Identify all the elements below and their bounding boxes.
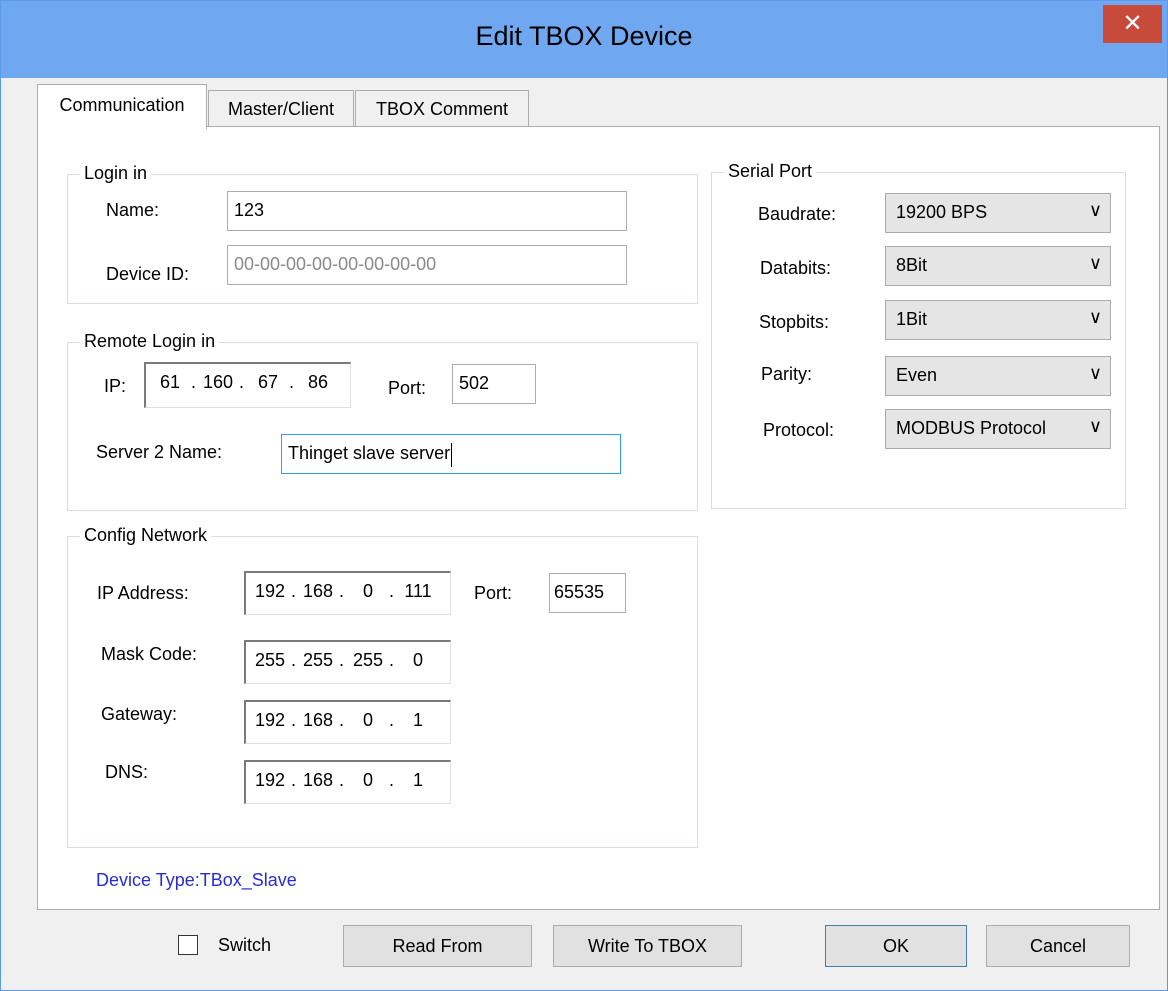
remote-ip-octet-2: 160 — [202, 372, 234, 392]
login-group-label: Login in — [80, 163, 152, 184]
remote-port-field[interactable]: 502 — [452, 364, 536, 404]
tab-master-client[interactable]: Master/Client — [208, 90, 354, 127]
remote-ip-octet-1: 61 — [159, 372, 181, 392]
remote-ip-octet-4: 86 — [307, 372, 329, 392]
mask-octet-3: 255 — [352, 650, 384, 670]
mask-octet-2: 255 — [302, 650, 334, 670]
protocol-label: Protocol: — [763, 420, 835, 440]
device-id-label: Device ID: — [106, 264, 190, 284]
network-ip-octet-3: 0 — [362, 581, 373, 601]
network-ip-octet-1: 192 — [254, 581, 286, 601]
tab-tbox-comment[interactable]: TBOX Comment — [355, 90, 529, 127]
chevron-down-icon: ∨ — [1088, 363, 1102, 383]
network-ip-field[interactable]: 192 . 168 . 0 . 111 — [244, 571, 451, 615]
remote-port-label: Port: — [388, 378, 427, 398]
ok-button[interactable]: OK — [825, 925, 967, 967]
chevron-down-icon: ∨ — [1088, 416, 1102, 437]
remote-ip-label: IP: — [104, 376, 127, 396]
mask-octet-4: 0 — [412, 650, 423, 670]
databits-label: Databits: — [760, 258, 832, 278]
read-from-button[interactable]: Read From — [343, 925, 532, 967]
dns-octet-4: 1 — [412, 770, 423, 790]
baudrate-label: Baudrate: — [758, 204, 837, 224]
dns-octet-2: 168 — [302, 770, 334, 790]
mask-octet-1: 255 — [254, 650, 286, 670]
stopbits-value: 1Bit — [896, 309, 928, 329]
config-network-group-label: Config Network — [80, 525, 212, 546]
remote-ip-field[interactable]: 61 . 160 . 67 . 86 — [144, 362, 351, 408]
databits-value: 8Bit — [896, 255, 928, 275]
switch-label: Switch — [218, 935, 272, 955]
baudrate-value: 19200 BPS — [896, 202, 988, 222]
parity-select[interactable]: Even ∨ — [885, 356, 1111, 396]
serial-port-group-label: Serial Port — [724, 161, 817, 182]
gateway-octet-3: 0 — [362, 710, 373, 730]
gateway-octet-4: 1 — [412, 710, 423, 730]
tab-communication[interactable]: Communication — [37, 84, 207, 129]
title-bar[interactable]: Edit TBOX Device ✕ — [1, 1, 1167, 78]
name-field[interactable]: 123 — [227, 191, 627, 231]
cancel-button[interactable]: Cancel — [986, 925, 1130, 967]
parity-value: Even — [896, 365, 938, 385]
dns-field[interactable]: 192 . 168 . 0 . 1 — [244, 760, 451, 804]
ip-address-label: IP Address: — [97, 583, 189, 603]
name-label: Name: — [106, 200, 160, 220]
chevron-down-icon: ∨ — [1088, 253, 1102, 273]
gateway-octet-2: 168 — [302, 710, 334, 730]
baudrate-select[interactable]: 19200 BPS ∨ — [885, 193, 1111, 233]
protocol-select[interactable]: MODBUS Protocol ∨ — [885, 409, 1111, 449]
remote-ip-octet-3: 67 — [257, 372, 279, 392]
chevron-down-icon: ∨ — [1088, 200, 1102, 220]
dns-label: DNS: — [105, 762, 149, 782]
mask-code-label: Mask Code: — [101, 644, 198, 664]
server-name-value: Thinget slave server — [288, 443, 451, 463]
stopbits-select[interactable]: 1Bit ∨ — [885, 300, 1111, 340]
network-ip-octet-4: 111 — [404, 581, 432, 601]
mask-code-field[interactable]: 255 . 255 . 255 . 0 — [244, 640, 451, 684]
remote-login-group-label: Remote Login in — [80, 331, 220, 352]
dns-octet-1: 192 — [254, 770, 286, 790]
device-type-text: Device Type:TBox_Slave — [96, 870, 297, 890]
switch-checkbox[interactable] — [178, 935, 198, 955]
window-title: Edit TBOX Device — [475, 21, 693, 51]
close-icon[interactable]: ✕ — [1103, 5, 1162, 43]
dns-octet-3: 0 — [362, 770, 373, 790]
protocol-value: MODBUS Protocol — [896, 418, 1047, 438]
server-name-label: Server 2 Name: — [96, 442, 223, 462]
gateway-octet-1: 192 — [254, 710, 286, 730]
write-to-tbox-button[interactable]: Write To TBOX — [553, 925, 742, 967]
device-id-field[interactable]: 00-00-00-00-00-00-00-00 — [227, 245, 627, 285]
network-port-field[interactable]: 65535 — [549, 573, 626, 613]
text-cursor — [451, 443, 453, 467]
gateway-label: Gateway: — [101, 704, 178, 724]
chevron-down-icon: ∨ — [1088, 307, 1102, 327]
gateway-field[interactable]: 192 . 168 . 0 . 1 — [244, 700, 451, 744]
databits-select[interactable]: 8Bit ∨ — [885, 246, 1111, 286]
network-ip-octet-2: 168 — [302, 581, 334, 601]
stopbits-label: Stopbits: — [759, 312, 830, 332]
server-name-field[interactable]: Thinget slave server — [281, 434, 621, 474]
network-port-label: Port: — [474, 583, 513, 603]
parity-label: Parity: — [761, 364, 813, 384]
